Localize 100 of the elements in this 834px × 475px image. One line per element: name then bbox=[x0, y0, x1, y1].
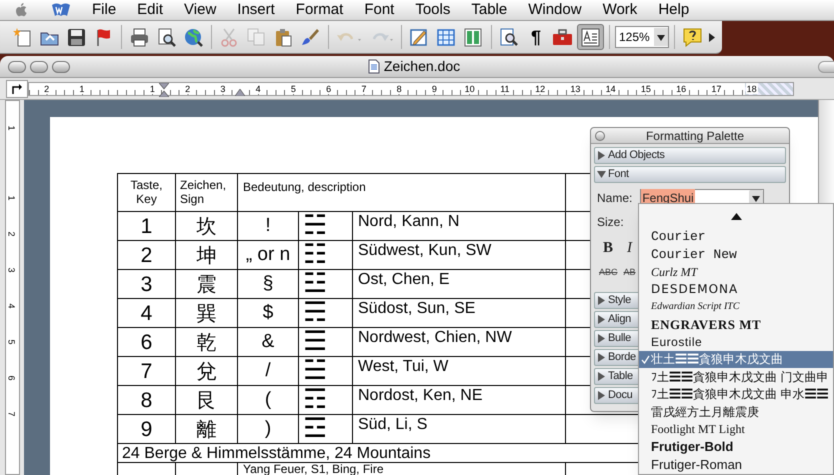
font-menu-item[interactable]: ﾌ土☰☰貪狼申木戊文曲 门文曲申 bbox=[639, 368, 833, 386]
menu-item[interactable]: Format bbox=[296, 0, 344, 22]
table-cell: Nordost, Ken, NE bbox=[352, 386, 566, 414]
ruler-number: 5 bbox=[7, 340, 17, 344]
trigram-symbol: ☰ bbox=[298, 328, 352, 356]
table-cell: ( bbox=[238, 386, 298, 414]
double-strikethrough-button[interactable]: AB bbox=[624, 266, 636, 280]
zoom-field[interactable]: 125% bbox=[615, 26, 669, 48]
table-cell: Nord, Kann, N bbox=[352, 212, 566, 240]
table-cell: Süd, Li, S bbox=[352, 414, 566, 444]
triangle-down-icon bbox=[597, 170, 606, 179]
palette-section-header[interactable]: Font bbox=[594, 166, 786, 183]
apple-logo-icon bbox=[14, 2, 28, 18]
minimize-button[interactable] bbox=[30, 60, 48, 72]
font-menu-item[interactable]: Courier bbox=[639, 228, 833, 246]
ruler-number: 12 bbox=[534, 82, 546, 94]
font-menu-item[interactable]: Frutiger-Roman bbox=[639, 456, 833, 473]
table-cell: 離 bbox=[176, 414, 238, 444]
ruler-number: 7 bbox=[360, 82, 368, 94]
table-cell: 兌 bbox=[176, 356, 238, 386]
menu-item[interactable]: Edit bbox=[137, 0, 164, 22]
table-cell: 巽 bbox=[176, 298, 238, 328]
ruler-number: 5 bbox=[290, 82, 297, 94]
toolbox-icon bbox=[552, 26, 573, 48]
ruler-number: 6 bbox=[325, 82, 332, 94]
font-menu-item[interactable]: ENGRAVERS MT bbox=[639, 316, 833, 333]
font-menu-item[interactable]: Eurostile bbox=[639, 333, 833, 350]
close-button[interactable] bbox=[8, 60, 26, 72]
magnifier-document-icon bbox=[499, 26, 520, 48]
table-cell: 乾 bbox=[176, 328, 238, 356]
ruler-number: 4 bbox=[254, 82, 262, 94]
palette-section-header[interactable]: Add Objects bbox=[594, 147, 786, 164]
table-cell: 6 bbox=[118, 328, 176, 356]
zoom-button[interactable] bbox=[52, 60, 70, 72]
ruler-number: 9 bbox=[430, 82, 438, 94]
tab-stop-selector[interactable] bbox=[6, 80, 28, 98]
font-menu-item[interactable]: 壮土☰☰貪狼申木戊文曲 bbox=[639, 350, 833, 368]
field-label: Size: bbox=[597, 214, 625, 231]
strikethrough-button[interactable]: ABC bbox=[599, 266, 618, 280]
font-menu-item[interactable]: Edwardian Script ITC bbox=[639, 298, 833, 316]
triangle-right-icon bbox=[597, 334, 606, 343]
undo-icon bbox=[336, 32, 362, 42]
help-icon bbox=[682, 26, 703, 48]
table-cell: 4 bbox=[118, 298, 176, 328]
triangle-right-icon bbox=[597, 296, 606, 305]
ruler-number: 3 bbox=[219, 82, 226, 94]
trigram-symbol: ☲ bbox=[298, 414, 352, 444]
ruler-number: 13 bbox=[569, 82, 582, 94]
pencil-table-icon bbox=[409, 26, 430, 48]
menu-item[interactable]: Help bbox=[658, 0, 690, 22]
triangle-right-icon bbox=[597, 151, 606, 160]
bold-button[interactable]: B bbox=[603, 236, 614, 260]
menu-item[interactable]: View bbox=[184, 0, 216, 22]
trigram-symbol: ☴ bbox=[298, 298, 352, 328]
close-button[interactable] bbox=[595, 130, 605, 140]
text-panel-button[interactable] bbox=[577, 24, 604, 50]
ruler-number: 1 bbox=[78, 82, 86, 94]
triangle-right-icon bbox=[597, 315, 606, 324]
table-grid-icon bbox=[436, 26, 457, 48]
ruler-number: 7 bbox=[7, 412, 17, 416]
ruler-number: 4 bbox=[7, 304, 17, 308]
table-cell: 3 bbox=[118, 270, 176, 298]
more-arrow-icon bbox=[708, 32, 715, 42]
ruler-number: 8 bbox=[396, 82, 403, 94]
text-panel-icon bbox=[580, 26, 601, 48]
tab-stop-icon bbox=[11, 82, 23, 94]
menu-item[interactable]: Window bbox=[528, 0, 582, 22]
tab-marker-icon bbox=[235, 88, 245, 96]
table-cell: „ or n bbox=[238, 240, 298, 270]
menu-item[interactable]: Table bbox=[471, 0, 508, 22]
ruler-number: 17 bbox=[710, 82, 722, 94]
font-menu-item[interactable]: DESDEMONA bbox=[639, 280, 833, 298]
font-menu-item[interactable]: Courier New bbox=[639, 246, 833, 263]
menu-item[interactable]: Insert bbox=[237, 0, 275, 22]
menu-item[interactable]: File bbox=[92, 0, 116, 22]
triangle-right-icon bbox=[597, 353, 606, 362]
italic-button[interactable]: I bbox=[627, 236, 632, 260]
font-menu-item[interactable]: 雷戌經方土月離震庚 bbox=[639, 403, 833, 420]
menu-item[interactable]: Font bbox=[364, 0, 394, 22]
table-cell: Südost, Sun, SE bbox=[352, 298, 566, 328]
app-logo-icon bbox=[51, 2, 71, 18]
table-cell: & bbox=[238, 328, 298, 356]
paragraph-marks-button[interactable]: ¶ bbox=[524, 24, 548, 50]
table-header-cell: Taste, Key bbox=[118, 174, 176, 212]
font-menu-item[interactable]: ﾌ土☰☰貪狼申木戊文曲 申水☰☰ bbox=[639, 386, 833, 403]
ruler-number: 14 bbox=[604, 82, 617, 94]
table-cell: 震 bbox=[176, 270, 238, 298]
table-cell: § bbox=[238, 270, 298, 298]
field-label: Name: bbox=[597, 190, 632, 207]
table-cell: Südwest, Kun, SW bbox=[352, 240, 566, 270]
paintbrush-icon bbox=[300, 26, 321, 48]
menu-item[interactable]: Tools bbox=[415, 0, 450, 22]
checkmark-icon bbox=[641, 354, 650, 364]
ruler-number: 3 bbox=[7, 268, 17, 272]
table-cell: $ bbox=[238, 298, 298, 328]
font-menu-item[interactable]: Curlz MT bbox=[639, 263, 833, 280]
document-icon bbox=[368, 59, 380, 74]
font-menu-item[interactable]: Frutiger-Bold bbox=[639, 438, 833, 456]
font-menu-item[interactable]: Footlight MT Light bbox=[639, 420, 833, 438]
menu-item[interactable]: Work bbox=[602, 0, 638, 22]
